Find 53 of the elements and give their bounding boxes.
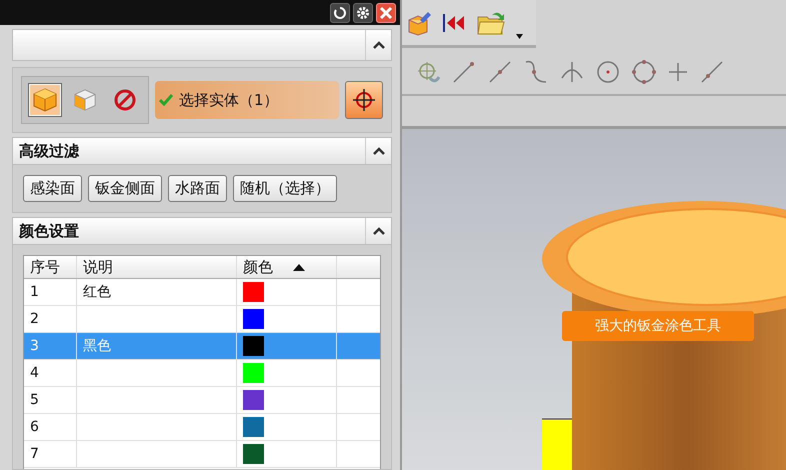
section-title: 颜色设置 [18,222,79,240]
filter-button[interactable]: 感染面 [23,175,82,202]
caret-icon [372,146,386,156]
table-cell: 6 [30,419,39,435]
table-row[interactable]: 1 红色 [24,279,380,306]
caret-icon [372,40,386,50]
filter-button[interactable]: 随机（选择） [233,175,337,202]
table-row[interactable]: 4 [24,360,380,387]
table-cell: 1 [30,284,39,300]
table-cell: 红色 [83,283,111,301]
crosshair-icon [351,87,377,113]
table-cell: 黑色 [83,337,111,355]
settings-icon [356,6,370,20]
column-header[interactable]: 说明 [77,256,237,278]
table-row[interactable]: 6 [24,414,380,441]
table-cell: 5 [30,392,39,408]
column-header[interactable]: 颜色 [237,256,337,278]
sort-icon [293,264,305,270]
close-icon [379,6,393,20]
cube-button[interactable] [28,83,62,117]
caret-icon [372,226,386,236]
crosshair-button[interactable] [345,81,383,119]
circle-center-icon[interactable] [596,60,620,84]
cube-pencil-icon[interactable] [406,10,432,36]
section-title: 高级过滤 [18,142,79,160]
caption-label: 强大的钣金涂色工具 [562,311,754,341]
rewind-icon[interactable] [442,12,466,34]
plus-icon[interactable] [668,62,688,82]
line-point-icon[interactable] [700,60,724,84]
cube-icon [32,87,58,113]
line-midpoint-icon[interactable] [488,60,512,84]
filter-button[interactable]: 钣金侧面 [88,175,162,202]
filter-button[interactable]: 水路面 [168,175,227,202]
table-row[interactable]: 7 [24,441,380,468]
table-cell: 2 [30,311,39,327]
table-row[interactable]: 5 [24,387,380,414]
table-cell: 7 [30,446,39,462]
circle-points-icon[interactable] [632,60,656,84]
close-button[interactable] [376,2,396,22]
selection-label: 选择实体（1） [179,90,279,110]
settings-button[interactable] [353,2,373,22]
table-cell: 3 [30,338,39,354]
cube-face-icon [73,88,97,112]
reset-icon [333,6,347,20]
prohibited-icon [113,88,137,112]
table-cell: 4 [30,365,39,381]
column-header[interactable]: 序号 [24,256,77,278]
point-constructor-icon[interactable] [416,60,440,84]
arc-icon[interactable] [560,60,584,84]
curve-icon[interactable] [524,60,548,84]
dropdown-caret-icon[interactable] [516,34,523,39]
reset-button[interactable] [330,2,350,22]
line-icon[interactable] [452,60,476,84]
